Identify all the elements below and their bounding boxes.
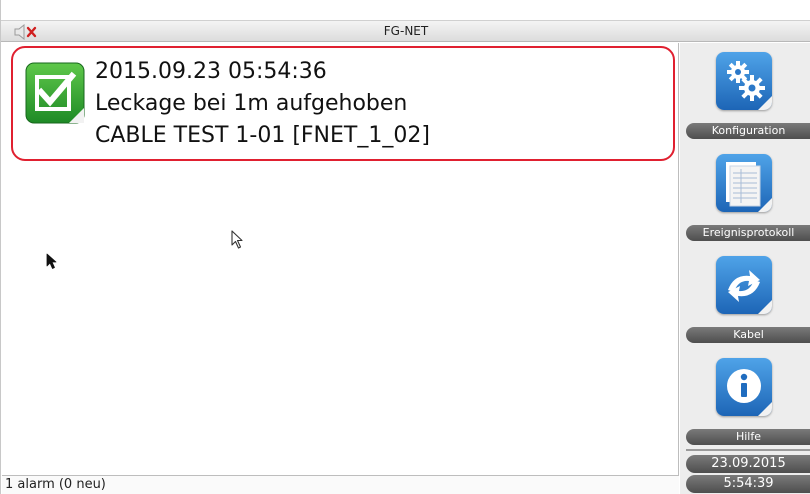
checkmark-icon [25, 62, 85, 124]
cable-label: Kabel [686, 327, 810, 343]
help-label: Hilfe [686, 429, 810, 445]
time-display: 5:54:39 [686, 475, 810, 493]
info-icon [716, 358, 772, 416]
alarm-cable: CABLE TEST 1-01 [FNET_1_02] [95, 123, 430, 148]
event-log-label: Ereignisprotokoll [686, 225, 810, 241]
help-button[interactable]: Hilfe [680, 349, 810, 450]
application-window: FG-NET 2015.09.23 05:54:36 Leckage bei 1… [0, 0, 810, 494]
window-title: FG-NET [383, 24, 429, 38]
cable-arrows-icon [716, 256, 772, 314]
date-display: 23.09.2015 [686, 455, 810, 473]
divider [686, 449, 810, 451]
cable-button[interactable]: Kabel [680, 247, 810, 348]
pointer-cursor-icon [46, 253, 57, 269]
alarm-count-text: 1 alarm (0 neu) [5, 477, 106, 492]
alarm-message: Leckage bei 1m aufgehoben [95, 91, 408, 116]
title-bar: FG-NET [1, 20, 810, 42]
status-bar: 1 alarm (0 neu) [2, 475, 679, 494]
sidebar: Konfiguration Ereignisprotokoll Kabel Hi… [680, 43, 810, 494]
alarm-list: 2015.09.23 05:54:36 Leckage bei 1m aufge… [2, 43, 679, 475]
configuration-label: Konfiguration [686, 123, 810, 139]
hollow-pointer-cursor-icon [231, 230, 243, 249]
configuration-button[interactable]: Konfiguration [680, 43, 810, 144]
alarm-timestamp: 2015.09.23 05:54:36 [95, 59, 327, 84]
gears-icon [716, 52, 772, 110]
log-icon [716, 154, 772, 212]
event-log-button[interactable]: Ereignisprotokoll [680, 145, 810, 246]
alarm-text: 2015.09.23 05:54:36 Leckage bei 1m aufge… [95, 56, 430, 152]
alarm-entry[interactable]: 2015.09.23 05:54:36 Leckage bei 1m aufge… [11, 46, 675, 161]
